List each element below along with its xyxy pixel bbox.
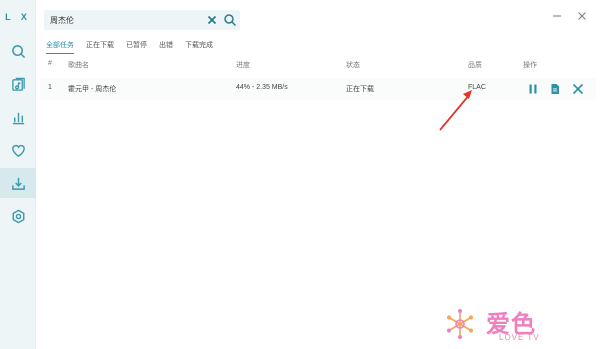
sidebar-item-search[interactable] xyxy=(0,36,36,66)
remove-task-icon[interactable] xyxy=(572,83,584,95)
heart-icon xyxy=(11,144,25,157)
header-song-name: 歌曲名 xyxy=(68,62,89,69)
search-input[interactable] xyxy=(50,13,200,27)
header-progress: 进度 xyxy=(236,62,250,69)
header-actions: 操作 xyxy=(523,62,537,69)
header-index: # xyxy=(48,60,52,67)
header-status: 状态 xyxy=(346,62,360,69)
table-row[interactable]: 1 霍元甲 - 周杰伦 44% - 2.35 MB/s 正在下载 FLAC xyxy=(40,78,596,100)
minimize-icon[interactable] xyxy=(551,10,563,22)
app-logo: L X xyxy=(5,12,31,22)
tab-all-tasks[interactable]: 全部任务 xyxy=(46,40,74,54)
sidebar-item-settings[interactable] xyxy=(0,201,36,231)
row-progress: 44% - 2.35 MB/s xyxy=(236,84,288,91)
tab-completed[interactable]: 下载完成 xyxy=(185,40,213,54)
header-quality: 品质 xyxy=(468,62,482,69)
sidebar-item-favorites[interactable] xyxy=(0,135,36,165)
sidebar: L X xyxy=(0,0,36,349)
sidebar-item-playlist[interactable] xyxy=(0,69,36,99)
tab-paused[interactable]: 已暂停 xyxy=(126,40,147,54)
pause-icon[interactable] xyxy=(527,83,539,95)
download-tabs: 全部任务 正在下载 已暂停 出错 下载完成 xyxy=(46,40,213,54)
row-song-name: 霍元甲 - 周杰伦 xyxy=(68,86,117,93)
search-icon xyxy=(11,44,25,58)
sidebar-item-charts[interactable] xyxy=(0,102,36,132)
sidebar-item-downloads[interactable] xyxy=(0,168,36,198)
file-icon[interactable] xyxy=(549,83,561,95)
settings-icon xyxy=(12,209,24,223)
tab-downloading[interactable]: 正在下载 xyxy=(86,40,114,54)
clear-search-icon[interactable] xyxy=(206,14,218,26)
chart-icon xyxy=(12,112,24,124)
search-icon[interactable] xyxy=(223,13,237,27)
music-playlist-icon xyxy=(11,77,25,91)
row-index: 1 xyxy=(48,84,52,91)
tab-error[interactable]: 出错 xyxy=(159,40,173,54)
watermark-subtitle: LOVE TV xyxy=(499,333,540,342)
row-status: 正在下载 xyxy=(346,86,374,93)
table-header: # 歌曲名 进度 状态 品质 操作 xyxy=(40,60,596,74)
download-icon xyxy=(11,177,25,190)
close-window-icon[interactable] xyxy=(576,10,588,22)
annotation-arrow-icon xyxy=(439,90,472,131)
